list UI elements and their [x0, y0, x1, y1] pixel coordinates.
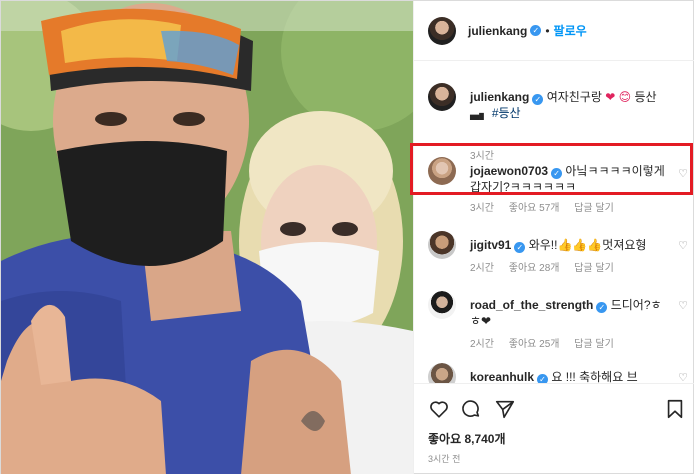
bookmark-icon[interactable] [664, 398, 686, 420]
list-item: jigitv91 ✓ 와우!!👍👍👍멋져요형 ♡ 2시간 좋아요 28개 답글 달… [428, 231, 690, 281]
instagram-post: julienkang ✓ • 팔로우 julienkang ✓ 여자친구랑 ❤ 😊… [0, 0, 694, 474]
comment-body: road_of_the_strength ✓ 드디어?ㅎㅎ❤ [470, 297, 670, 329]
comment-username[interactable]: jigitv91 [470, 238, 511, 252]
comment-text: 와우!!👍👍👍멋져요형 [528, 238, 647, 252]
verified-badge-icon: ✓ [530, 25, 542, 36]
comment-text: 요 !!! 축하해요 브 [551, 370, 638, 383]
comment-like-icon[interactable]: ♡ [678, 371, 688, 383]
post-photo[interactable] [1, 1, 413, 474]
caption-text: 여자친구랑 [546, 90, 602, 104]
reply-button[interactable]: 답글 달기 [574, 339, 614, 350]
avatar[interactable] [428, 363, 456, 383]
caption-emoji: ❤ 😊 [605, 90, 632, 104]
comment-icon[interactable] [460, 398, 482, 420]
verified-badge-icon: ✓ [596, 302, 608, 313]
share-icon[interactable] [494, 398, 516, 420]
caption-body: julienkang ✓ 여자친구랑 ❤ 😊 등산 ▃▖ #등산 [470, 89, 670, 121]
comment-body: koreanhulk ✓ 요 !!! 축하해요 브 [470, 369, 670, 383]
verified-badge-icon: ✓ [514, 242, 526, 253]
comment-likes[interactable]: 좋아요 28개 [509, 263, 560, 274]
caption-text-2: 등산 [634, 90, 657, 104]
highlight-box [410, 143, 693, 195]
comment-meta: 2시간 좋아요 28개 답글 달기 [470, 259, 626, 274]
comment-username[interactable]: julienkang [470, 90, 529, 104]
avatar[interactable] [428, 83, 456, 111]
comments-list[interactable]: julienkang ✓ 여자친구랑 ❤ 😊 등산 ▃▖ #등산 3시간 joja… [414, 61, 694, 383]
post-side-panel: julienkang ✓ • 팔로우 julienkang ✓ 여자친구랑 ❤ 😊… [413, 1, 694, 474]
avatar[interactable] [428, 16, 456, 45]
likes-count[interactable]: 좋아요 8,740개 [428, 430, 506, 447]
verified-badge-icon: ✓ [537, 374, 549, 383]
comment-meta: 3시간 좋아요 57개 답글 달기 [470, 199, 626, 214]
post-timestamp: 3시간 전 [428, 454, 461, 464]
reply-button[interactable]: 답글 달기 [574, 203, 614, 214]
hiking-boot-icon: ▃▖ [470, 106, 489, 120]
comment-time: 2시간 [470, 263, 494, 274]
avatar[interactable] [428, 291, 456, 319]
comment-body: jigitv91 ✓ 와우!!👍👍👍멋져요형 [470, 237, 670, 253]
comment-username[interactable]: road_of_the_strength [470, 298, 593, 312]
separator-dot: • [545, 23, 550, 38]
list-item: koreanhulk ✓ 요 !!! 축하해요 브 ♡ [428, 363, 690, 383]
comment-likes[interactable]: 좋아요 25개 [509, 339, 560, 350]
hashtag-link[interactable]: #등산 [492, 106, 521, 120]
comment-like-icon[interactable]: ♡ [678, 299, 688, 312]
post-actions: 좋아요 8,740개 3시간 전 [414, 383, 694, 474]
follow-button[interactable]: 팔로우 [554, 22, 587, 39]
reply-button[interactable]: 답글 달기 [574, 263, 614, 274]
post-header: julienkang ✓ • 팔로우 [414, 1, 694, 61]
avatar[interactable] [428, 231, 456, 259]
caption: julienkang ✓ 여자친구랑 ❤ 😊 등산 ▃▖ #등산 3시간 [428, 83, 690, 162]
comment-username[interactable]: koreanhulk [470, 370, 534, 383]
verified-badge-icon: ✓ [532, 94, 544, 105]
list-item: road_of_the_strength ✓ 드디어?ㅎㅎ❤ ♡ 2시간 좋아요 … [428, 291, 690, 351]
comment-time: 2시간 [470, 339, 494, 350]
comment-time: 3시간 [470, 203, 494, 214]
heart-icon[interactable] [428, 398, 450, 420]
comment-meta: 2시간 좋아요 25개 답글 달기 [470, 335, 626, 350]
comment-likes[interactable]: 좋아요 57개 [509, 203, 560, 214]
author-username[interactable]: julienkang [468, 24, 527, 38]
post-photo-art [1, 1, 413, 474]
comment-like-icon[interactable]: ♡ [678, 239, 688, 252]
